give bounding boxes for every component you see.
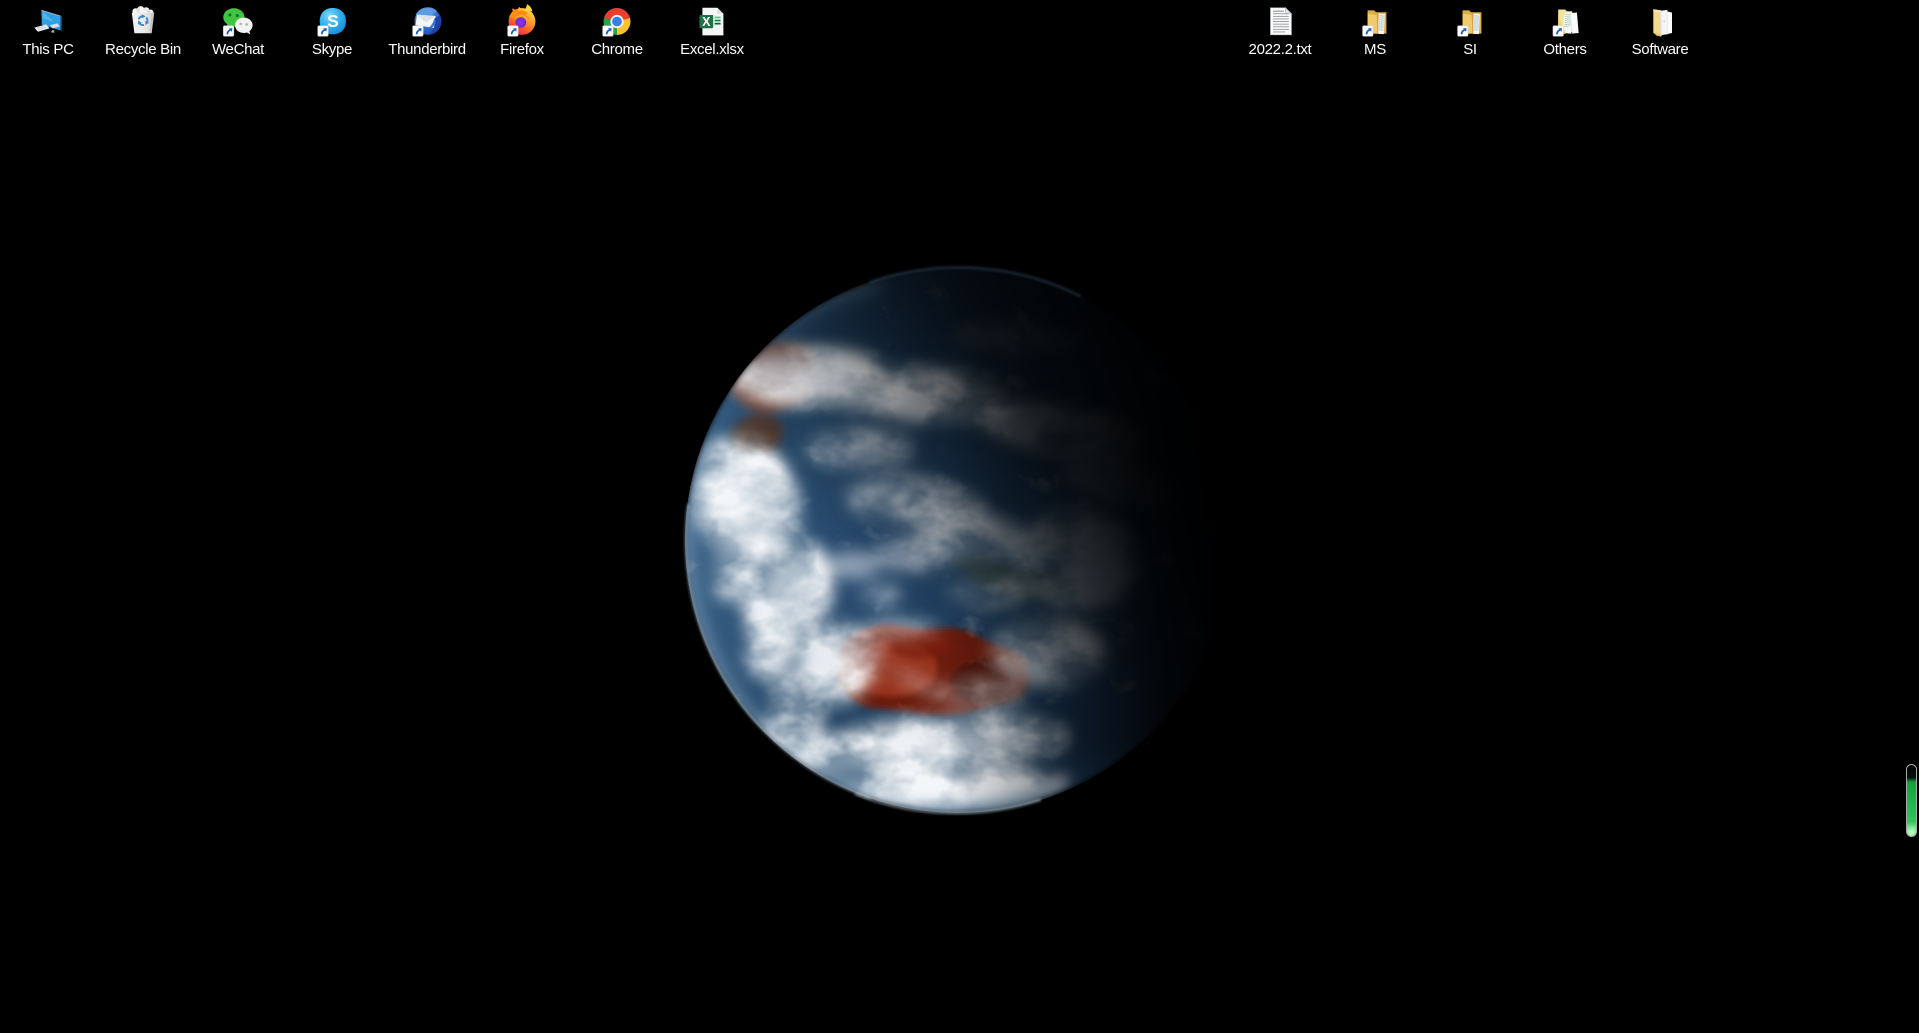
svg-text:S: S [327,11,339,31]
svg-text:X: X [702,15,711,29]
